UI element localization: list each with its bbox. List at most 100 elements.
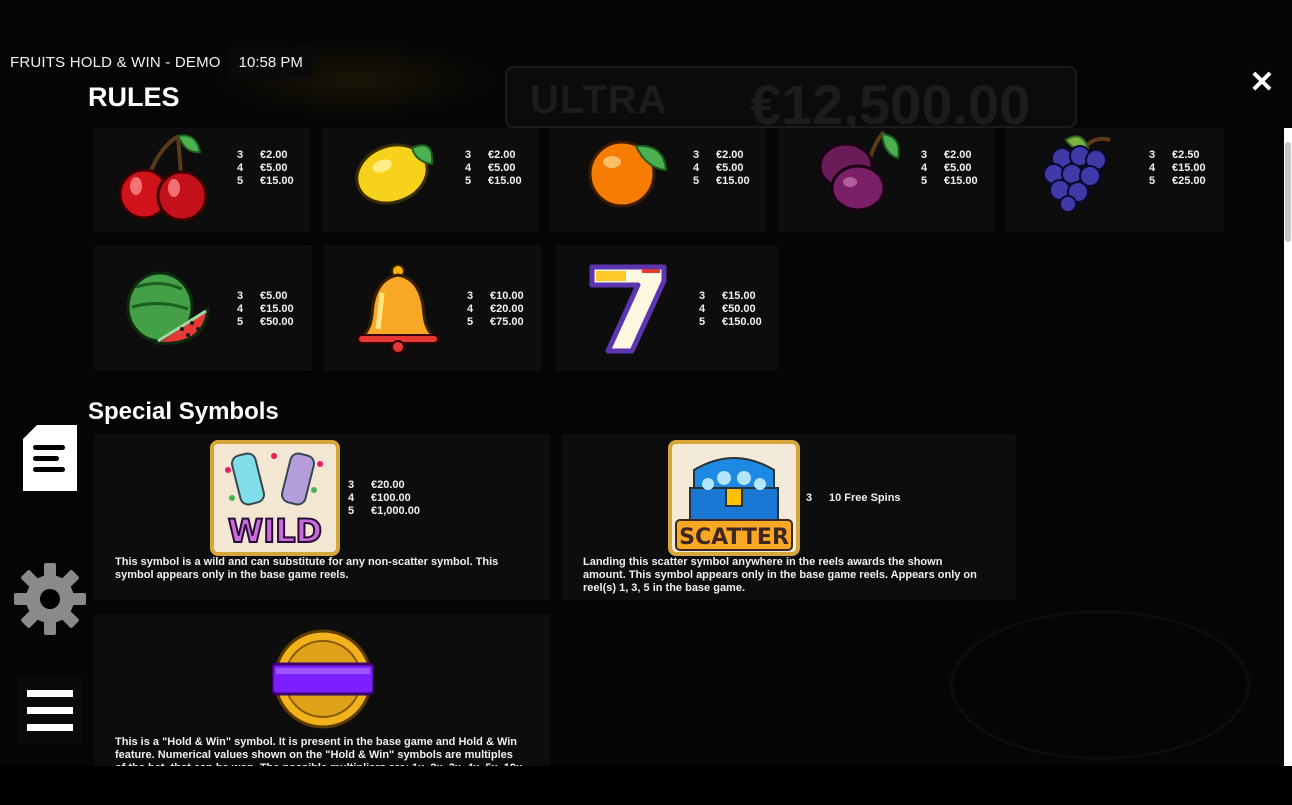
bottom-clip <box>0 766 1292 805</box>
symbol-card-seven: 3 €15.00 4 €50.00 5 €150.00 <box>556 245 778 371</box>
pay-count: 3 <box>921 149 928 161</box>
close-icon[interactable]: ✕ <box>1248 66 1276 99</box>
description-line: This is a "Hold & Win" symbol. It is pre… <box>115 736 518 748</box>
pay-count: 4 <box>699 303 706 315</box>
pay-value: €20.00 <box>490 303 524 315</box>
paytable: 3 €15.00 4 €50.00 5 €150.00 <box>699 290 762 329</box>
seven-icon <box>589 264 667 354</box>
pay-count: 5 <box>1149 175 1156 187</box>
pay-count: 3 <box>699 290 706 302</box>
pay-value: €2.00 <box>260 149 288 161</box>
pay-value: €15.00 <box>260 303 294 315</box>
symbol-card-watermelon: 3 €5.00 4 €15.00 5 €50.00 <box>94 245 312 371</box>
symbol-card-bell: 3 €10.00 4 €20.00 5 €75.00 <box>324 245 542 371</box>
pay-value: €20.00 <box>371 479 405 491</box>
scatter-icon: SCATTER <box>668 440 800 556</box>
pay-count: 4 <box>1149 162 1156 174</box>
pay-value: €50.00 <box>722 303 756 315</box>
pay-value: €5.00 <box>260 162 288 174</box>
pay-count: 3 <box>806 492 813 504</box>
paytable-button[interactable] <box>23 425 77 491</box>
pay-count: 5 <box>348 505 355 517</box>
scatter-symbol-label: SCATTER <box>679 525 789 550</box>
symbol-card-cherry: 3 €2.00 4 €5.00 5 €15.00 <box>94 128 310 232</box>
pay-value: 10 Free Spins <box>829 492 901 504</box>
paytable-icon <box>23 425 77 491</box>
pay-value: €50.00 <box>260 316 294 328</box>
pay-value: €75.00 <box>490 316 524 328</box>
pay-value: €2.00 <box>716 149 744 161</box>
pay-value: €5.00 <box>260 290 288 302</box>
scrollbar-thumb[interactable] <box>1285 142 1291 242</box>
pay-value: €2.00 <box>944 149 972 161</box>
symbol-card-wild: WILD 3 €20.00 4 €100.00 5 €1,000.00 This sy… <box>94 434 550 600</box>
scatter-description: Landing this scatter symbol anywhere in … <box>583 556 977 595</box>
wild-symbol-label: WILD <box>228 512 322 550</box>
pay-count: 4 <box>237 162 244 174</box>
watermelon-icon <box>126 271 210 345</box>
pay-count: 5 <box>921 175 928 187</box>
pay-count: 4 <box>467 303 474 315</box>
symbol-card-plum: 3 €2.00 4 €5.00 5 €15.00 <box>778 128 994 232</box>
orange-icon <box>588 140 668 208</box>
pay-count: 3 <box>467 290 474 302</box>
pay-count: 5 <box>237 316 244 328</box>
paytable: 3 €2.00 4 €5.00 5 €15.00 <box>465 149 522 188</box>
plum-icon <box>818 130 900 212</box>
pay-value: €2.00 <box>488 149 516 161</box>
grapes-icon <box>1043 135 1111 212</box>
pay-count: 4 <box>465 162 472 174</box>
pay-count: 3 <box>1149 149 1156 161</box>
pay-value: €150.00 <box>722 316 762 328</box>
pay-count: 3 <box>693 149 700 161</box>
page-title: RULES <box>88 82 180 112</box>
paytable: 3 10 Free Spins <box>806 492 901 505</box>
symbol-card-grapes: 3 €2.50 4 €15.00 5 €25.00 <box>1006 128 1224 232</box>
pay-value: €15.00 <box>488 175 522 187</box>
pay-count: 5 <box>237 175 244 187</box>
paytable: 3 €2.00 4 €5.00 5 €15.00 <box>693 149 750 188</box>
lemon-icon <box>355 143 434 205</box>
symbol-card-lemon: 3 €2.00 4 €5.00 5 €15.00 <box>322 128 538 232</box>
pay-value: €15.00 <box>1172 162 1206 174</box>
description-line: symbol appears only in the base game ree… <box>115 569 349 581</box>
paytable: 3 €2.00 4 €5.00 5 €15.00 <box>921 149 978 188</box>
pay-count: 5 <box>693 175 700 187</box>
paytable: 3 €20.00 4 €100.00 5 €1,000.00 <box>348 479 420 518</box>
description-line: feature. Numerical values shown on the "… <box>115 749 513 761</box>
symbol-card-hold-win: This is a "Hold & Win" symbol. It is pre… <box>94 614 550 784</box>
pay-count: 4 <box>237 303 244 315</box>
pay-count: 3 <box>348 479 355 491</box>
pay-count: 4 <box>921 162 928 174</box>
pay-count: 3 <box>237 149 244 161</box>
settings-button[interactable] <box>14 563 86 635</box>
pay-value: €5.00 <box>716 162 744 174</box>
pay-count: 4 <box>693 162 700 174</box>
description-line: amount. This symbol appears only in the … <box>583 569 977 581</box>
jackpot-ultra-label: ULTRA <box>530 78 668 122</box>
menu-button[interactable] <box>18 676 82 744</box>
bell-icon <box>357 264 439 354</box>
pay-value: €15.00 <box>944 175 978 187</box>
pay-value: €100.00 <box>371 492 411 504</box>
cherry-icon <box>118 134 208 222</box>
pay-value: €15.00 <box>260 175 294 187</box>
wild-icon: WILD <box>210 440 340 556</box>
pay-value: €15.00 <box>716 175 750 187</box>
game-title: FRUITS HOLD & WIN - DEMO <box>10 53 221 71</box>
menu-icon <box>27 690 73 731</box>
spin-area-ghost <box>950 610 1250 760</box>
paytable: 3 €10.00 4 €20.00 5 €75.00 <box>467 290 524 329</box>
clock: 10:58 PM <box>228 46 313 78</box>
description-line: Landing this scatter symbol anywhere in … <box>583 556 943 568</box>
description-line: This symbol is a wild and can substitute… <box>115 556 499 568</box>
top-bar: FRUITS HOLD & WIN - DEMO 10:58 PM <box>0 45 313 79</box>
paytable: 3 €2.50 4 €15.00 5 €25.00 <box>1149 149 1206 188</box>
pay-count: 5 <box>465 175 472 187</box>
description-line: reel(s) 1, 3, 5 in the base game. <box>583 582 746 594</box>
pay-count: 3 <box>465 149 472 161</box>
pay-value: €1,000.00 <box>371 505 420 517</box>
pay-value: €5.00 <box>944 162 972 174</box>
coin-icon <box>272 629 374 729</box>
wild-description: This symbol is a wild and can substitute… <box>115 556 498 582</box>
